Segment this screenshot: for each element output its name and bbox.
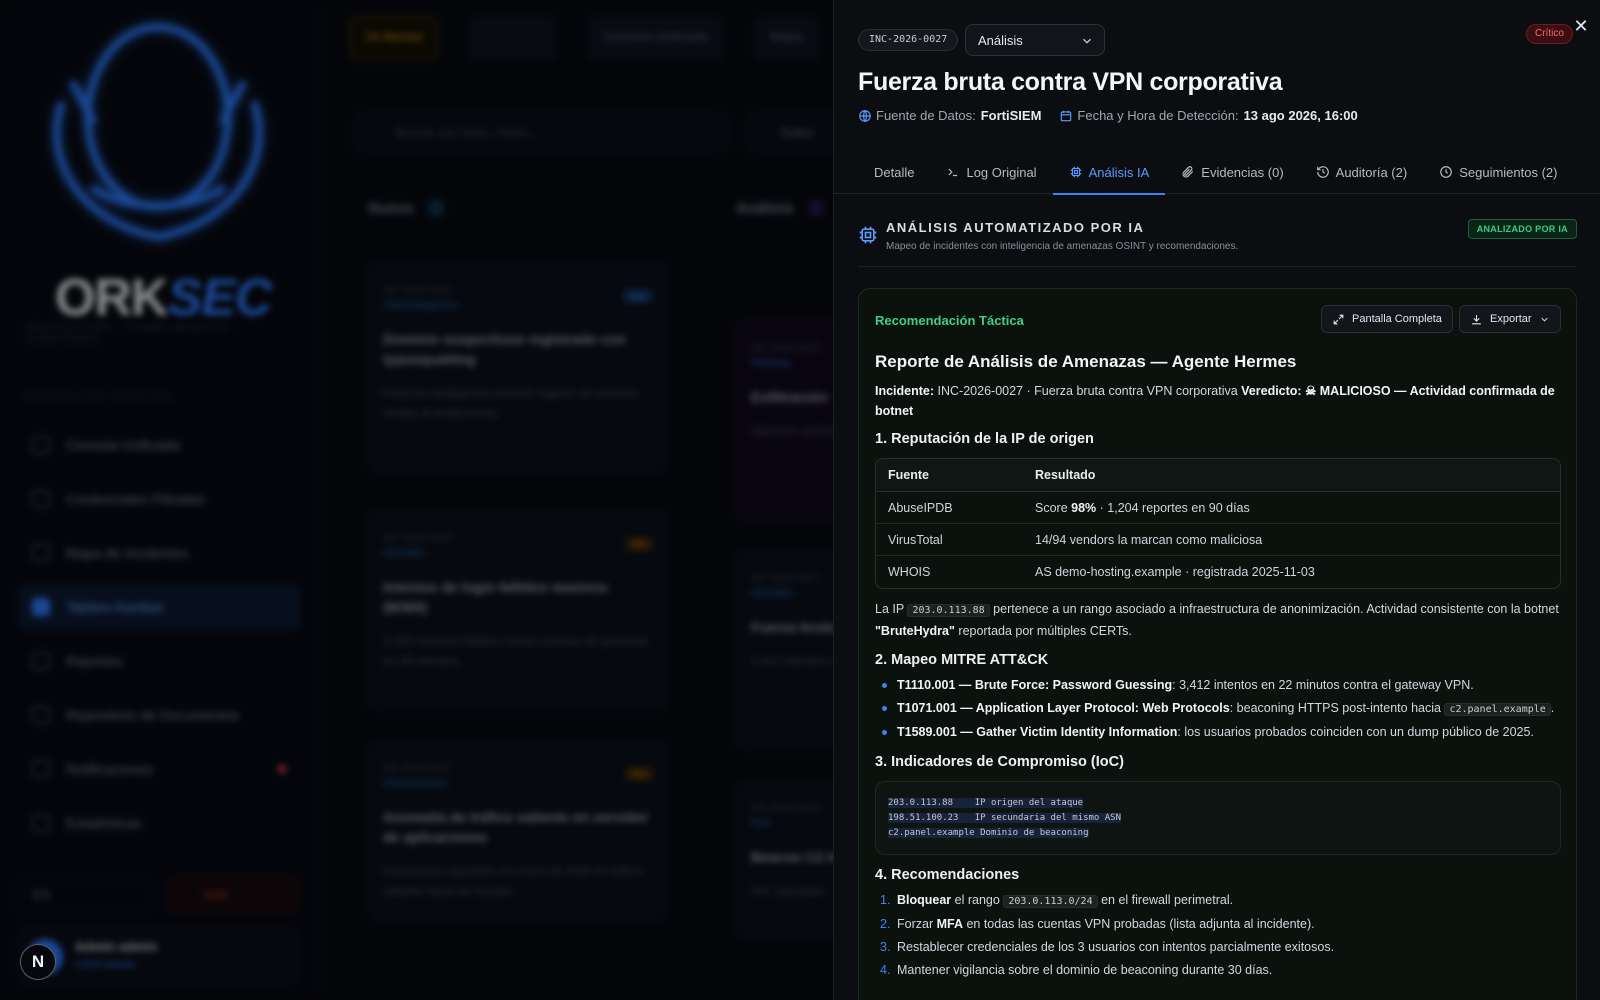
tab-label: Log Original xyxy=(966,164,1037,180)
tab-label: Detalle xyxy=(874,164,915,180)
cpu-icon xyxy=(859,226,877,244)
date-value: 13 ago 2026, 16:00 xyxy=(1243,108,1358,123)
ai-section-title: ANÁLISIS AUTOMATIZADO POR IA xyxy=(886,220,1145,235)
globe-icon xyxy=(859,109,871,122)
tab-detalle[interactable]: Detalle xyxy=(858,150,930,194)
table-header: Fuente xyxy=(876,459,1023,492)
download-icon xyxy=(1472,314,1481,324)
ai-section-header: ANÁLISIS AUTOMATIZADO POR IA Mapeo de in… xyxy=(858,219,1577,261)
recommendations-list: 1. Bloquear el rango 203.0.113.0/24 en el… xyxy=(875,889,1561,982)
ioc-line: c2.panel.example Dominio de beaconing xyxy=(888,828,1089,838)
tab-label: Seguimientos (2) xyxy=(1459,164,1558,180)
reputation-table: Fuente Resultado AbuseIPDB Score 98% · 1… xyxy=(875,458,1561,589)
chevron-down-icon xyxy=(1540,317,1548,322)
list-item: 4. Mantener vigilancia sobre el dominio d… xyxy=(880,963,1273,977)
tab-analisis-ia[interactable]: Análisis IA xyxy=(1052,150,1166,195)
ioc-line: 203.0.113.88 IP origen del ataque xyxy=(888,798,1084,808)
terminal-icon xyxy=(948,168,958,177)
cpu-icon xyxy=(1070,166,1081,178)
tab-label: Evidencias (0) xyxy=(1201,164,1284,180)
section-title-ioc: 3. Indicadores de Compromiso (IoC) xyxy=(875,754,1124,770)
report-heading: Reporte de Análisis de Amenazas — Agente… xyxy=(875,352,1297,371)
table-row: AbuseIPDB Score 98% · 1,204 reportes en … xyxy=(876,492,1560,524)
report-content: Reporte de Análisis de Amenazas — Agente… xyxy=(875,349,1561,982)
section-title-reputation: 1. Reputación de la IP de origen xyxy=(875,431,1094,447)
table-row: VirusTotal 14/94 vendors la marcan como … xyxy=(876,524,1560,556)
panel-header: INC-2026-0027 Análisis Crítico ✕ Fuerza … xyxy=(834,0,1600,150)
chevron-down-icon xyxy=(1083,38,1091,44)
severity-badge: Crítico xyxy=(1526,24,1573,44)
ioc-code-block: 203.0.113.88 IP origen del ataque 198.51… xyxy=(875,781,1561,855)
floating-n-badge[interactable]: N xyxy=(20,944,56,980)
report-label: Recomendación Táctica xyxy=(875,313,1024,328)
tab-label: Análisis IA xyxy=(1088,164,1150,180)
fullscreen-button[interactable]: Pantalla Completa xyxy=(1321,305,1453,333)
tab-log-original[interactable]: Log Original xyxy=(930,150,1052,194)
list-item: T1110.001 — Brute Force: Password Guessi… xyxy=(875,674,1561,697)
status-select[interactable]: Análisis xyxy=(965,24,1105,56)
calendar-icon xyxy=(1061,110,1072,121)
clock-icon xyxy=(1440,166,1453,178)
list-item: T1071.001 — Application Layer Protocol: … xyxy=(875,697,1561,721)
list-item: 3. Restablecer credenciales de los 3 usua… xyxy=(880,940,1335,954)
date-label: Fecha y Hora de Detección: xyxy=(1077,108,1239,123)
page-title: Fuerza bruta contra VPN corporativa xyxy=(858,68,1283,96)
ai-section-subtitle: Mapeo de incidentes con inteligencia de … xyxy=(886,241,1239,252)
expand-icon xyxy=(1333,314,1344,324)
tab-auditoria[interactable]: Auditoría (2) xyxy=(1300,150,1424,194)
table-row: WHOIS AS demo-hosting.example · registra… xyxy=(888,565,1315,579)
source-value: FortiSIEM xyxy=(980,108,1042,123)
tab-evidencias[interactable]: Evidencias (0) xyxy=(1165,150,1299,194)
panel-tabs: Detalle Log Original Análisis IA Evidenc… xyxy=(834,150,1600,195)
export-label: Exportar xyxy=(1490,313,1532,325)
ioc-line: 198.51.100.23 IP secundaria del mismo AS… xyxy=(888,813,1121,823)
history-icon xyxy=(1316,166,1329,178)
paperclip-icon xyxy=(1182,166,1194,178)
incident-detail-panel: INC-2026-0027 Análisis Crítico ✕ Fuerza … xyxy=(833,0,1600,1000)
section-title-recommendations: 4. Recomendaciones xyxy=(875,867,1020,883)
panel-body: ANÁLISIS AUTOMATIZADO POR IA Mapeo de in… xyxy=(834,195,1600,1000)
incident-id-badge: INC-2026-0027 xyxy=(858,29,959,51)
status-badge: ANALIZADO POR IA xyxy=(1467,219,1577,239)
divider xyxy=(858,266,1577,267)
tab-label: Auditoría (2) xyxy=(1335,164,1408,180)
section-title-mitre: 2. Mapeo MITRE ATT&CK xyxy=(875,652,1049,668)
ai-report-card: Recomendación Táctica Pantalla Completa … xyxy=(858,288,1577,1000)
source-label: Fuente de Datos: xyxy=(876,108,976,123)
export-button[interactable]: Exportar xyxy=(1459,305,1561,333)
ip-analysis-paragraph: La IP 203.0.113.88 pertenece a un rango … xyxy=(875,602,1559,638)
mitre-list: T1110.001 — Brute Force: Password Guessi… xyxy=(875,674,1561,744)
fullscreen-label: Pantalla Completa xyxy=(1352,313,1442,325)
status-select-value: Análisis xyxy=(978,33,1023,48)
incident-verdict: Incidente: INC-2026-0027 · Fuerza bruta … xyxy=(875,384,1555,418)
list-item: 1. Bloquear el rango 203.0.113.0/24 en el… xyxy=(880,893,1234,908)
list-item: T1589.001 — Gather Victim Identity Infor… xyxy=(875,721,1561,744)
table-header: Resultado xyxy=(1023,459,1560,492)
tab-seguimientos[interactable]: Seguimientos (2) xyxy=(1423,150,1573,194)
incident-meta: Fuente de Datos: FortiSIEM Fecha y Hora … xyxy=(858,108,1358,123)
close-icon[interactable]: ✕ xyxy=(1571,16,1591,36)
list-item: 2. Forzar MFA en todas las cuentas VPN pr… xyxy=(880,917,1315,931)
